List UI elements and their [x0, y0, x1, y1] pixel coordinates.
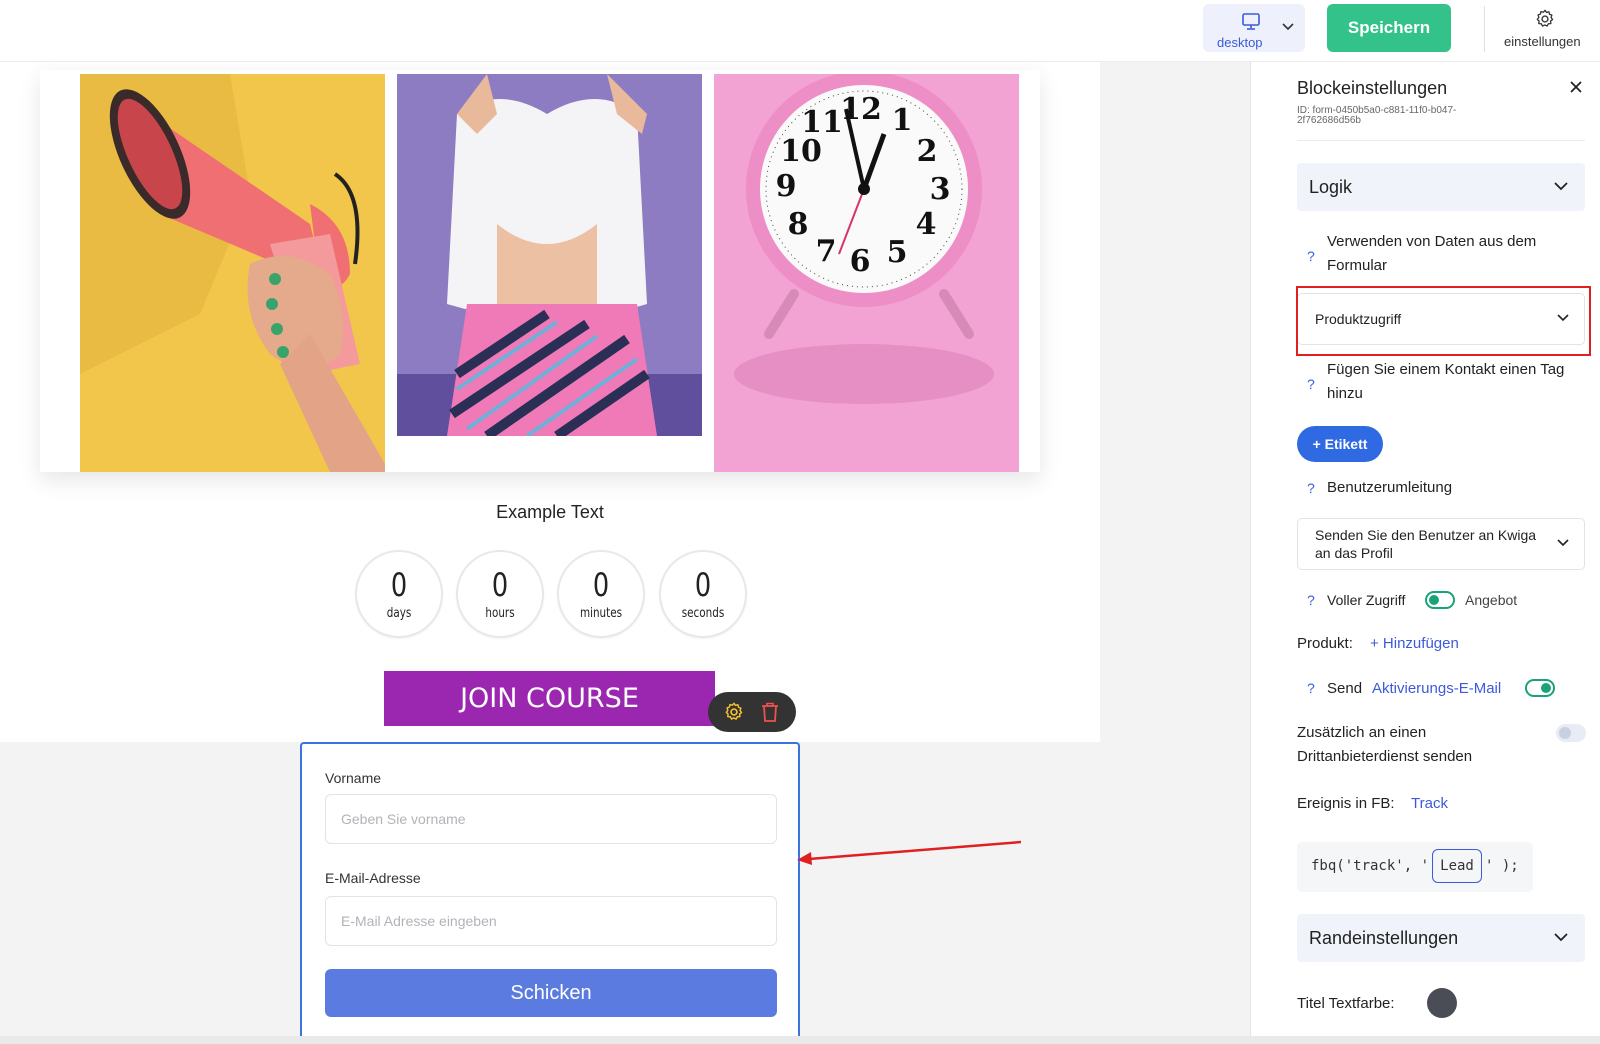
close-icon[interactable] — [1569, 80, 1583, 94]
countdown-days: 0 days — [355, 550, 443, 638]
countdown-unit: days — [386, 606, 412, 621]
fb-code-prefix: fbq('track', ' — [1311, 858, 1430, 874]
countdown-unit: hours — [485, 606, 515, 621]
title-color-label: Titel Textfarbe: — [1297, 995, 1395, 1012]
fb-code-suffix: ' ); — [1485, 858, 1519, 874]
chevron-down-icon — [1554, 933, 1568, 942]
first-name-label: Vorname — [325, 770, 382, 786]
email-input[interactable] — [325, 896, 777, 946]
border-settings-label: Randeinstellungen — [1309, 928, 1459, 948]
top-toolbar: desktop Speichern einstellungen — [0, 0, 1600, 62]
countdown-minutes: 0 minutes — [557, 550, 645, 638]
email-label: E-Mail-Adresse — [325, 870, 421, 886]
svg-text:4: 4 — [916, 207, 937, 242]
svg-text:9: 9 — [776, 169, 797, 204]
gallery-image-megaphone[interactable] — [80, 74, 385, 472]
full-access-label: Voller Zugriff — [1327, 592, 1406, 608]
trash-icon[interactable] — [760, 701, 780, 723]
device-switcher[interactable]: desktop — [1203, 4, 1305, 52]
svg-text:8: 8 — [788, 207, 809, 242]
svg-text:3: 3 — [930, 172, 951, 207]
third-party-label: Zusätzlich an einen Drittanbieterdienst … — [1297, 724, 1473, 765]
third-party-toggle[interactable] — [1556, 724, 1586, 742]
block-settings-panel: Blockeinstellungen ID: form-0450b5a0-c88… — [1251, 62, 1600, 1036]
settings-button[interactable]: einstellungen — [1494, 4, 1596, 52]
megaphone-illustration — [80, 74, 385, 472]
svg-text:5: 5 — [887, 235, 908, 270]
gear-icon[interactable] — [723, 701, 745, 723]
countdown-value: 0 — [592, 566, 610, 604]
fb-track-link[interactable]: Track — [1411, 795, 1448, 812]
svg-text:11: 11 — [801, 105, 843, 140]
chevron-down-icon — [1282, 23, 1294, 31]
add-product-link[interactable]: + Hinzufügen — [1370, 635, 1459, 652]
signup-form: Vorname E-Mail-Adresse Schicken — [300, 742, 800, 1042]
countdown-seconds: 0 seconds — [659, 550, 747, 638]
help-icon[interactable]: ? — [1307, 592, 1315, 608]
help-icon[interactable]: ? — [1307, 376, 1315, 392]
add-tag-button[interactable]: + Etikett — [1297, 426, 1383, 462]
toggle-knob — [1541, 683, 1551, 693]
svg-text:1: 1 — [892, 103, 913, 138]
toolbar-divider — [1484, 6, 1485, 52]
help-icon[interactable]: ? — [1307, 680, 1315, 696]
device-label: desktop — [1217, 35, 1263, 50]
svg-text:7: 7 — [816, 234, 837, 269]
add-tag-label: Fügen Sie einem Kontakt einen Tag hinzu — [1327, 361, 1565, 402]
example-text: Example Text — [496, 502, 604, 522]
access-type-toggle[interactable] — [1425, 591, 1455, 609]
gallery-image-alarm-clock[interactable]: 12 1 2 3 4 5 6 7 8 9 10 11 — [714, 74, 1019, 472]
countdown-unit: seconds — [681, 606, 725, 621]
send-label: Send — [1327, 680, 1363, 697]
chevron-down-icon — [1554, 182, 1568, 191]
gear-icon — [1536, 9, 1554, 27]
horizontal-scrollbar[interactable] — [0, 1036, 1600, 1044]
help-icon[interactable]: ? — [1307, 248, 1315, 264]
block-toolbar — [708, 692, 796, 732]
chevron-down-icon — [1557, 539, 1569, 547]
countdown-value: 0 — [491, 566, 509, 604]
submit-button[interactable]: Schicken — [325, 969, 777, 1017]
fb-event-label: Ereignis in FB: — [1297, 795, 1395, 812]
first-name-input[interactable] — [325, 794, 777, 844]
alarm-clock-illustration: 12 1 2 3 4 5 6 7 8 9 10 11 — [714, 74, 1019, 472]
svg-text:6: 6 — [850, 244, 871, 279]
offer-label: Angebot — [1465, 592, 1518, 608]
block-id: ID: form-0450b5a0-c881-11f0-b047-2f76268… — [1297, 105, 1457, 126]
border-settings-accordion[interactable]: Randeinstellungen — [1297, 914, 1585, 962]
countdown-hours: 0 hours — [456, 550, 544, 638]
countdown-value: 0 — [694, 566, 712, 604]
highlight-annotation — [1296, 286, 1591, 356]
join-course-button[interactable]: JOIN COURSE — [384, 671, 715, 726]
activation-email-link[interactable]: Aktivierungs-E-Mail — [1372, 680, 1501, 697]
redirect-select[interactable]: Senden Sie den Benutzer an Kwiga an das … — [1297, 518, 1585, 570]
toggle-knob — [1429, 595, 1439, 605]
countdown-unit: minutes — [579, 606, 623, 621]
fb-event-value[interactable]: Lead — [1432, 849, 1482, 883]
toggle-knob — [1559, 727, 1571, 739]
monitor-icon — [1242, 13, 1260, 30]
logic-accordion[interactable]: Logik — [1297, 163, 1585, 211]
product-label: Produkt: — [1297, 635, 1353, 652]
settings-label: einstellungen — [1504, 34, 1581, 49]
save-button[interactable]: Speichern — [1327, 4, 1451, 52]
activation-email-toggle[interactable] — [1525, 679, 1555, 697]
panel-title: Blockeinstellungen — [1297, 78, 1448, 98]
svg-text:2: 2 — [917, 134, 938, 169]
help-icon[interactable]: ? — [1307, 480, 1315, 496]
gallery-image-person[interactable] — [397, 74, 702, 436]
redirect-label: Benutzerumleitung — [1327, 479, 1453, 496]
countdown-value: 0 — [390, 566, 408, 604]
logic-label: Logik — [1309, 177, 1353, 197]
title-color-swatch[interactable] — [1427, 988, 1457, 1018]
fb-code-snippet: fbq('track', ' Lead ' ); — [1297, 842, 1533, 892]
panel-divider-line — [1297, 140, 1585, 141]
redirect-value: Senden Sie den Benutzer an Kwiga an das … — [1315, 527, 1537, 561]
person-illustration — [397, 74, 702, 436]
use-data-label: Verwenden von Daten aus dem Formular — [1327, 233, 1537, 274]
annotation-arrow — [797, 840, 1022, 865]
